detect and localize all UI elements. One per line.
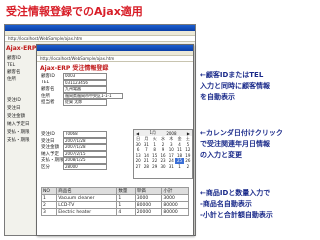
order-id-label: 受注ID (41, 132, 55, 138)
table-row: 1 Vacuum cleaner 1 3000 3000 (40, 194, 189, 202)
back-address-bar[interactable]: http://localhost/WebSample/ajax.htm (5, 36, 195, 42)
form-row-category: 区分 28000 (41, 163, 107, 170)
annotation-line: ←顧客IDまたはTEL (200, 71, 264, 79)
order-amount-label: 受注金額 (41, 145, 59, 151)
back-label: 顧客名 (7, 70, 21, 75)
items-column-header: NO (40, 187, 58, 195)
category-label: 区分 (41, 164, 50, 170)
table-cell[interactable]: 3000 (161, 194, 189, 202)
payment-due-label: 支払・期限 (41, 158, 63, 164)
annotation-line: ←商品IDと数量入力で (200, 189, 271, 197)
contact-field[interactable]: 佐賀 太郎 (63, 99, 107, 106)
annotation-line: ←カレンダ日付けクリック (200, 129, 283, 137)
items-table: NO 商品名 数量 単価 小計 1 Vacuum cleaner 1 3000 3000 2 LCD… (40, 187, 189, 216)
table-cell[interactable]: 20000 (134, 208, 163, 216)
annotation-calendar: ←カレンダ日付けクリック で受注関連年月日情報 の入力と変更 (200, 128, 283, 161)
back-label: TEL (7, 63, 16, 68)
table-cell[interactable]: LCD-TV (56, 201, 118, 209)
table-cell[interactable]: 1 (40, 194, 58, 202)
customer-id-label: 顧客ID (41, 74, 55, 80)
order-form: 受注ID T0068 受注日 2007/1/28 受注金額 2007/1/28 … (41, 131, 107, 170)
order-date-label: 受注日 (41, 138, 55, 144)
table-cell[interactable]: 3 (40, 208, 58, 216)
calendar-day[interactable]: 1 (175, 164, 183, 170)
category-field[interactable]: 28000 (63, 163, 107, 170)
customer-form: 顧客ID 0003 TEL 031123456 顧客名 九州電器 住所 福岡県福… (41, 73, 123, 106)
back-label: 受払・期限 (7, 130, 30, 135)
back-customer-labels: 顧客ID TEL 顧客名 住所 (7, 55, 21, 83)
prev-month-icon[interactable]: ◀ (136, 131, 139, 136)
back-label: 住所 (7, 77, 16, 82)
annotation-line: で受注関連年月日情報 (200, 140, 270, 148)
back-label: 支払・期限 (7, 138, 30, 143)
table-cell[interactable]: 4 (116, 208, 136, 216)
table-row: 3 Electric heater 4 20000 80000 (40, 208, 189, 216)
calendar-day[interactable]: 31 (167, 164, 175, 170)
annotation-line: -商品名自動表示 (200, 200, 252, 208)
items-header-row: NO 商品名 数量 単価 小計 (40, 187, 189, 195)
calendar-grid: 日月火水木金土 30 31 1 2 3 4 5 6 7 8 9 10 11 12 13 14 15 16 17 18 19… (134, 136, 192, 169)
back-label: 納入予定日 (7, 122, 30, 127)
calendar-year[interactable]: 2008 (166, 131, 176, 136)
calendar-day[interactable]: 30 (159, 164, 167, 170)
form-row-contact: 担当者 佐賀 太郎 (41, 99, 123, 106)
next-month-icon[interactable]: ▶ (187, 131, 190, 136)
table-cell[interactable]: 80000 (161, 208, 189, 216)
back-order-labels: 受注ID 受注日 受注金額 納入予定日 受払・期限 支払・期限 (7, 97, 30, 145)
table-cell[interactable]: 1 (116, 201, 136, 209)
table-cell[interactable]: 80000 (134, 201, 163, 209)
tel-label: TEL (41, 80, 50, 86)
items-column-header: 数量 (116, 187, 136, 195)
calendar-day[interactable]: 2 (184, 164, 192, 170)
calendar-day[interactable]: 28 (142, 164, 150, 170)
calendar-day[interactable]: 29 (151, 164, 159, 170)
annotation-line: の入力と変更 (200, 151, 242, 159)
items-column-header: 単価 (134, 187, 163, 195)
contact-label: 担当者 (41, 100, 55, 106)
table-cell[interactable]: 80000 (161, 201, 189, 209)
annotation-line: -小計と合計額自動表示 (200, 211, 273, 219)
front-page-header: Ajax-ERP 受注情報登録 (40, 65, 109, 72)
table-cell[interactable]: 2 (40, 201, 58, 209)
slide-title: 受注情報登録でのAjax適用 (6, 5, 143, 18)
delivery-date-label: 納入予定 (41, 151, 59, 157)
annotation-items: ←商品IDと数量入力で -商品名自動表示 -小計と合計額自動表示 (200, 188, 273, 221)
customer-name-label: 顧客名 (41, 87, 55, 93)
table-row: 2 LCD-TV 1 80000 80000 (40, 201, 189, 209)
back-label: 受注日 (7, 106, 21, 111)
table-cell[interactable]: 3000 (134, 194, 163, 202)
items-body: 1 Vacuum cleaner 1 3000 3000 2 LCD-TV 1 80000 800… (40, 194, 189, 216)
table-cell[interactable]: Electric heater (56, 208, 118, 216)
address-label: 住所 (41, 93, 50, 99)
table-cell[interactable]: Vacuum cleaner (56, 194, 118, 202)
calendar-widget: ◀ 1月 2008 ▶ 日月火水木金土 30 31 1 2 3 4 5 6 7 8 9 10 11 12 13… (133, 129, 193, 179)
back-label: 受注ID (7, 98, 21, 103)
items-column-header: 小計 (161, 187, 189, 195)
table-cell[interactable]: 1 (116, 194, 136, 202)
back-label: 顧客ID (7, 56, 21, 61)
annotation-line: を自動表示 (200, 93, 235, 101)
front-browser-window: http://localhost/WebSample/ajax.htm Ajax… (36, 44, 194, 236)
back-label: 受注金額 (7, 114, 25, 119)
items-column-header: 商品名 (56, 187, 118, 195)
annotation-customer-autofill: ←顧客IDまたはTEL 入力と同時に顧客情報 を自動表示 (200, 70, 270, 103)
annotation-line: 入力と同時に顧客情報 (200, 82, 270, 90)
front-address-bar[interactable]: http://localhost/WebSample/ajax.htm (37, 56, 193, 62)
calendar-day[interactable]: 27 (134, 164, 142, 170)
